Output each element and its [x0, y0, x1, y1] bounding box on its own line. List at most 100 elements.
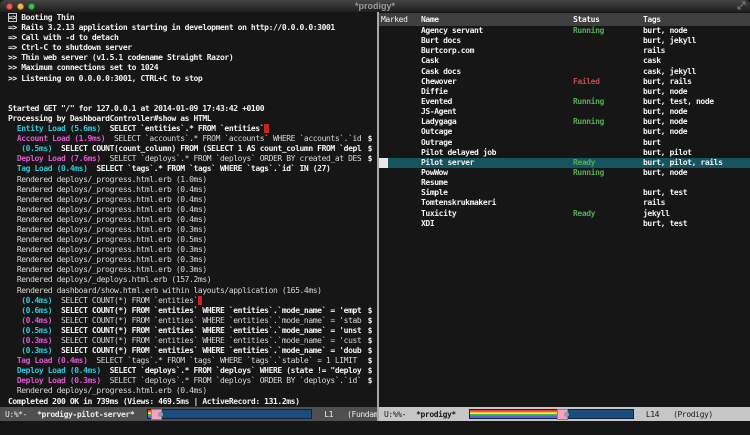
- process-row[interactable]: EventedRunningburt, test, node: [379, 97, 750, 107]
- process-row[interactable]: LadygagaRunningburt, node: [379, 117, 750, 127]
- process-status: [573, 127, 643, 137]
- truncation-indicator: $: [368, 346, 372, 356]
- process-table-body: Agency servantRunningburt, nodeBurt docs…: [379, 26, 750, 229]
- process-row[interactable]: Outrageburt: [379, 138, 750, 148]
- process-row[interactable]: Diffieburt, node: [379, 87, 750, 97]
- process-row[interactable]: XDI burt, test: [379, 219, 750, 229]
- process-status: [573, 188, 643, 198]
- log-line: Rendered deploys/_progress.html.erb (1.0…: [0, 175, 377, 185]
- close-button[interactable]: [6, 3, 13, 10]
- process-row[interactable]: Agency servantRunningburt, node: [379, 26, 750, 36]
- log-line: => Booting Thin: [0, 13, 377, 23]
- log-line: Rendered deploys/_progress.html.erb (0.4…: [0, 205, 377, 215]
- process-status: [573, 36, 643, 46]
- log-line: => Ctrl-C to shutdown server: [0, 43, 377, 53]
- log-line: >> Thin web server (v1.5.1 codename Stra…: [0, 53, 377, 63]
- log-text: Deploy Load (0.4ms): [8, 366, 101, 375]
- major-mode-label: (Fundamental): [347, 410, 377, 419]
- nyan-cat-icon: [557, 409, 568, 420]
- process-row[interactable]: Cask docscask, jekyll: [379, 67, 750, 77]
- log-text: >> Listening on 0.0.0.0:3001, CTRL+C to …: [8, 74, 202, 83]
- process-name: PowWow: [421, 168, 573, 178]
- log-text: SELECT `entities`.* FROM `entities`: [101, 124, 264, 133]
- log-text: => Rails 3.2.13 application starting in …: [8, 23, 335, 32]
- log-text: Rendered deploys/_progress.html.erb (0.4…: [8, 185, 207, 194]
- log-text: SELECT COUNT(*) FROM `entities` WHERE `e…: [52, 306, 361, 315]
- log-line: Rendered deploys/_progress.html.erb (0.3…: [0, 265, 377, 275]
- process-table-header: Marked Name Status Tags: [379, 13, 750, 26]
- process-tags: burt, node: [643, 168, 750, 178]
- process-tags: burt, pilot, rails: [643, 158, 750, 168]
- log-text: =>: [8, 13, 17, 22]
- process-status: Running: [573, 168, 643, 178]
- expand-icon[interactable]: [737, 1, 746, 12]
- prodigy-pane[interactable]: Marked Name Status Tags Agency servantRu…: [379, 12, 750, 407]
- process-tags: [643, 178, 750, 188]
- process-tags: burt, rails: [643, 77, 750, 87]
- modeline-flags: U:%%-: [384, 410, 406, 419]
- process-row[interactable]: Caskcask: [379, 56, 750, 66]
- marked-cell: [379, 56, 421, 66]
- process-row[interactable]: Burtcorp.comrails: [379, 46, 750, 56]
- process-status: [573, 178, 643, 188]
- log-line: Deploy Load (0.3ms) SELECT `deploys`.* F…: [0, 376, 377, 386]
- log-text: >> Maximum connections set to 1024: [8, 63, 158, 72]
- line-number-indicator: L14: [646, 410, 659, 419]
- process-name: XDI: [421, 219, 573, 229]
- process-row[interactable]: Simpleburt, test: [379, 188, 750, 198]
- log-text: Entity Load (5.6ms): [8, 124, 101, 133]
- log-text: Rendered deploys/_progress.html.erb (0.3…: [8, 245, 207, 254]
- marked-cell: [379, 198, 421, 208]
- log-line: Started GET "/" for 127.0.0.1 at 2014-01…: [0, 104, 377, 114]
- process-row[interactable]: Outcageburt, node: [379, 127, 750, 137]
- marked-cell: [379, 26, 421, 36]
- process-row[interactable]: Tomtenskrukmakerirails: [379, 198, 750, 208]
- minibuffer[interactable]: [0, 421, 750, 435]
- point-cursor-block: [379, 158, 388, 168]
- truncation-indicator: $: [368, 154, 372, 164]
- minimize-button[interactable]: [17, 3, 24, 10]
- truncation-indicator: $: [368, 316, 372, 326]
- process-name: Diffie: [421, 87, 573, 97]
- log-text: (0.5ms): [8, 326, 52, 335]
- process-row[interactable]: Burt docsburt, jekyll: [379, 36, 750, 46]
- process-name: Resume: [421, 178, 573, 188]
- process-status: [573, 198, 643, 208]
- marked-cell: [379, 178, 421, 188]
- process-row[interactable]: Resume: [379, 178, 750, 188]
- log-text: Started GET "/" for 127.0.0.1 at 2014-01…: [8, 104, 264, 113]
- process-name: Pilot delayed job: [421, 148, 573, 158]
- process-status: [573, 138, 643, 148]
- log-line: Processing by DashboardController#show a…: [0, 114, 377, 124]
- log-text: SELECT COUNT(*) FROM `entities` WHERE `e…: [52, 326, 361, 335]
- log-text: Tag Load (0.4ms): [8, 164, 88, 173]
- column-header-tags: Tags: [643, 13, 750, 26]
- process-row[interactable]: Pilot serverReadyburt, pilot, rails: [379, 158, 750, 168]
- process-row[interactable]: JS-Agentburt, node: [379, 107, 750, 117]
- process-row[interactable]: TuxicityReadyjekyll: [379, 209, 750, 219]
- process-tags: burt, pilot: [643, 148, 750, 158]
- marked-cell: [379, 97, 421, 107]
- truncation-indicator: $: [368, 356, 372, 366]
- process-status: Ready: [573, 209, 643, 219]
- server-log-pane[interactable]: => Booting Thin=> Rails 3.2.13 applicati…: [0, 12, 377, 407]
- modeline-right: U:%%- *prodigy* L14 (Prodigy): [379, 407, 750, 421]
- log-line: Deploy Load (0.4ms) SELECT `deploys`.* F…: [0, 366, 377, 376]
- process-row[interactable]: ChewoverFailedburt, rails: [379, 77, 750, 87]
- window-title: *prodigy*: [0, 0, 750, 12]
- column-header-status: Status: [573, 13, 643, 26]
- process-tags: burt, test: [643, 219, 750, 229]
- process-status: Failed: [573, 77, 643, 87]
- log-line: Rendered deploys/_progress.html.erb (0.4…: [0, 386, 377, 396]
- buffer-name: *prodigy-pilot-server*: [37, 410, 134, 419]
- log-text: (0.3ms): [8, 336, 52, 345]
- log-line: Rendered deploys/_progress.html.erb (0.4…: [0, 215, 377, 225]
- log-text: SELECT `deploys`.* FROM `deploys` ORDER …: [101, 376, 362, 385]
- process-row[interactable]: PowWowRunningburt, node: [379, 168, 750, 178]
- zoom-button[interactable]: [28, 3, 35, 10]
- log-text: Rendered deploys/_progress.html.erb (0.4…: [8, 215, 207, 224]
- modeline-flags: U:%*-: [5, 410, 27, 419]
- log-text: Deploy Load (7.6ms): [8, 154, 101, 163]
- process-name: Cask docs: [421, 67, 573, 77]
- process-row[interactable]: Pilot delayed job burt, pilot: [379, 148, 750, 158]
